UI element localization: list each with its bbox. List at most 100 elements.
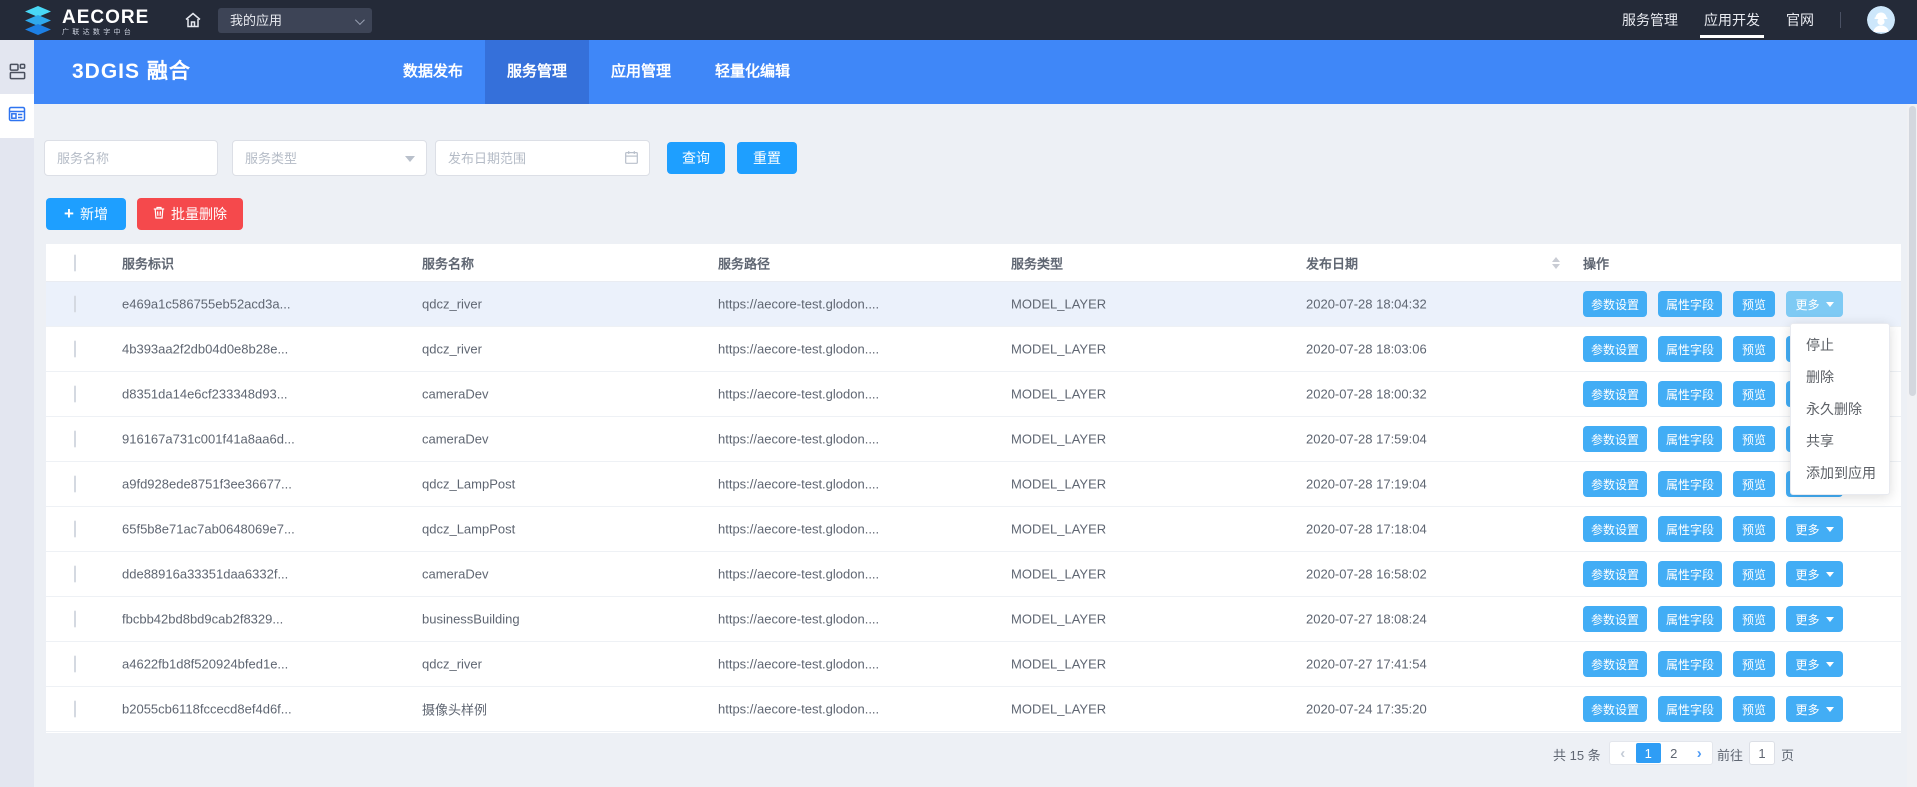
row-checkbox[interactable] <box>74 341 76 358</box>
table-row[interactable]: 65f5b8e71ac7ab0648069e7... qdcz_LampPost… <box>46 507 1901 552</box>
cell-service-type: MODEL_LAYER <box>1011 477 1106 492</box>
sort-desc-icon[interactable] <box>1552 264 1560 269</box>
table-row[interactable]: b2055cb6118fccecd8ef4d6f... 摄像头样例 https:… <box>46 687 1901 732</box>
logo[interactable]: AECORE 广联达数字中台 <box>22 4 149 41</box>
workspace-select[interactable]: 我的应用 <box>218 8 372 33</box>
tab-data-publish[interactable]: 数据发布 <box>381 40 485 104</box>
params-settings-button[interactable]: 参数设置 <box>1583 651 1647 677</box>
attribute-fields-button[interactable]: 属性字段 <box>1658 561 1722 587</box>
params-settings-button[interactable]: 参数设置 <box>1583 606 1647 632</box>
tab-service-management[interactable]: 服务管理 <box>485 40 589 104</box>
tab-app-management[interactable]: 应用管理 <box>589 40 693 104</box>
more-button[interactable]: 更多 <box>1786 651 1843 677</box>
params-settings-button[interactable]: 参数设置 <box>1583 426 1647 452</box>
params-settings-button[interactable]: 参数设置 <box>1583 696 1647 722</box>
service-type-input[interactable] <box>232 140 427 176</box>
batch-delete-button[interactable]: 批量删除 <box>137 198 243 230</box>
attribute-fields-button[interactable]: 属性字段 <box>1658 606 1722 632</box>
table-row[interactable]: a4622fb1d8f520924bfed1e... qdcz_river ht… <box>46 642 1901 687</box>
table-row[interactable]: 4b393aa2f2db04d0e8b28e... qdcz_river htt… <box>46 327 1901 372</box>
scrollbar-track[interactable] <box>1907 104 1917 787</box>
reset-button[interactable]: 重置 <box>737 142 797 174</box>
next-page-button[interactable]: › <box>1687 743 1712 763</box>
preview-button[interactable]: 预览 <box>1733 381 1775 407</box>
table-row[interactable]: 916167a731c001f41a8aa6d... cameraDev htt… <box>46 417 1901 462</box>
preview-button[interactable]: 预览 <box>1733 516 1775 542</box>
nav-service-management[interactable]: 服务管理 <box>1622 0 1678 40</box>
attribute-fields-button[interactable]: 属性字段 <box>1658 336 1722 362</box>
menu-item-add-to-app[interactable]: 添加到应用 <box>1791 457 1889 489</box>
publish-date-input[interactable] <box>435 140 650 176</box>
preview-button[interactable]: 预览 <box>1733 426 1775 452</box>
prev-page-button[interactable]: ‹ <box>1611 743 1636 763</box>
more-button[interactable]: 更多 <box>1786 291 1843 317</box>
search-button[interactable]: 查询 <box>667 142 725 174</box>
page-button-2[interactable]: 2 <box>1662 743 1687 763</box>
preview-button[interactable]: 预览 <box>1733 291 1775 317</box>
preview-button[interactable]: 预览 <box>1733 696 1775 722</box>
add-button[interactable]: + 新增 <box>46 198 126 230</box>
cell-service-type: MODEL_LAYER <box>1011 657 1106 672</box>
table-row[interactable]: dde88916a33351daa6332f... cameraDev http… <box>46 552 1901 597</box>
attribute-fields-button[interactable]: 属性字段 <box>1658 426 1722 452</box>
attribute-fields-button[interactable]: 属性字段 <box>1658 696 1722 722</box>
sidebar-item-dashboard[interactable] <box>0 54 34 94</box>
preview-button[interactable]: 预览 <box>1733 651 1775 677</box>
more-button[interactable]: 更多 <box>1786 561 1843 587</box>
preview-button[interactable]: 预览 <box>1733 561 1775 587</box>
user-avatar[interactable] <box>1867 6 1895 34</box>
row-checkbox[interactable] <box>74 296 76 313</box>
row-checkbox[interactable] <box>74 431 76 448</box>
attribute-fields-button[interactable]: 属性字段 <box>1658 471 1722 497</box>
menu-item-delete[interactable]: 删除 <box>1791 361 1889 393</box>
row-checkbox[interactable] <box>74 476 76 493</box>
preview-button[interactable]: 预览 <box>1733 471 1775 497</box>
params-settings-button[interactable]: 参数设置 <box>1583 516 1647 542</box>
preview-button[interactable]: 预览 <box>1733 606 1775 632</box>
scrollbar-thumb[interactable] <box>1909 106 1916 396</box>
publish-date-range-picker[interactable] <box>435 140 650 176</box>
cell-service-type: MODEL_LAYER <box>1011 567 1106 582</box>
row-checkbox[interactable] <box>74 566 76 583</box>
home-icon[interactable] <box>183 10 203 35</box>
params-settings-button[interactable]: 参数设置 <box>1583 561 1647 587</box>
row-checkbox[interactable] <box>74 656 76 673</box>
tab-lightweight-edit[interactable]: 轻量化编辑 <box>693 40 812 104</box>
params-settings-button[interactable]: 参数设置 <box>1583 336 1647 362</box>
date-sort-control[interactable] <box>1552 257 1560 269</box>
more-button[interactable]: 更多 <box>1786 696 1843 722</box>
page-button-1[interactable]: 1 <box>1636 743 1661 763</box>
menu-item-share[interactable]: 共享 <box>1791 425 1889 457</box>
row-checkbox[interactable] <box>74 701 76 718</box>
preview-button[interactable]: 预览 <box>1733 336 1775 362</box>
service-name-input[interactable] <box>44 140 218 176</box>
attribute-fields-button[interactable]: 属性字段 <box>1658 291 1722 317</box>
menu-item-stop[interactable]: 停止 <box>1791 329 1889 361</box>
select-all-checkbox[interactable] <box>74 254 76 271</box>
row-checkbox[interactable] <box>74 611 76 628</box>
table-row[interactable]: e469a1c586755eb52acd3a... qdcz_river htt… <box>46 282 1901 327</box>
sort-asc-icon[interactable] <box>1552 257 1560 262</box>
row-checkbox[interactable] <box>74 521 76 538</box>
attribute-fields-button[interactable]: 属性字段 <box>1658 516 1722 542</box>
attribute-fields-button[interactable]: 属性字段 <box>1658 381 1722 407</box>
table-row[interactable]: fbcbb42bd8bd9cab2f8329... businessBuildi… <box>46 597 1901 642</box>
goto-page-input[interactable] <box>1749 741 1775 765</box>
params-settings-button[interactable]: 参数设置 <box>1583 291 1647 317</box>
params-settings-button[interactable]: 参数设置 <box>1583 381 1647 407</box>
table-row[interactable]: a9fd928ede8751f3ee36677... qdcz_LampPost… <box>46 462 1901 507</box>
cell-service-name: qdcz_river <box>422 297 482 312</box>
service-type-select[interactable] <box>232 140 427 176</box>
sidebar-item-services[interactable] <box>0 94 34 138</box>
more-button[interactable]: 更多 <box>1786 516 1843 542</box>
topbar: AECORE 广联达数字中台 我的应用 服务管理 应用开发 官网 <box>0 0 1917 40</box>
params-settings-button[interactable]: 参数设置 <box>1583 471 1647 497</box>
nav-app-development[interactable]: 应用开发 <box>1704 0 1760 40</box>
more-button[interactable]: 更多 <box>1786 606 1843 632</box>
table-row[interactable]: d8351da14e6cf233348d93... cameraDev http… <box>46 372 1901 417</box>
menu-item-permanent-delete[interactable]: 永久删除 <box>1791 393 1889 425</box>
nav-official-site[interactable]: 官网 <box>1786 0 1814 40</box>
attribute-fields-button[interactable]: 属性字段 <box>1658 651 1722 677</box>
row-checkbox[interactable] <box>74 386 76 403</box>
cell-service-path: https://aecore-test.glodon.... <box>718 522 879 537</box>
